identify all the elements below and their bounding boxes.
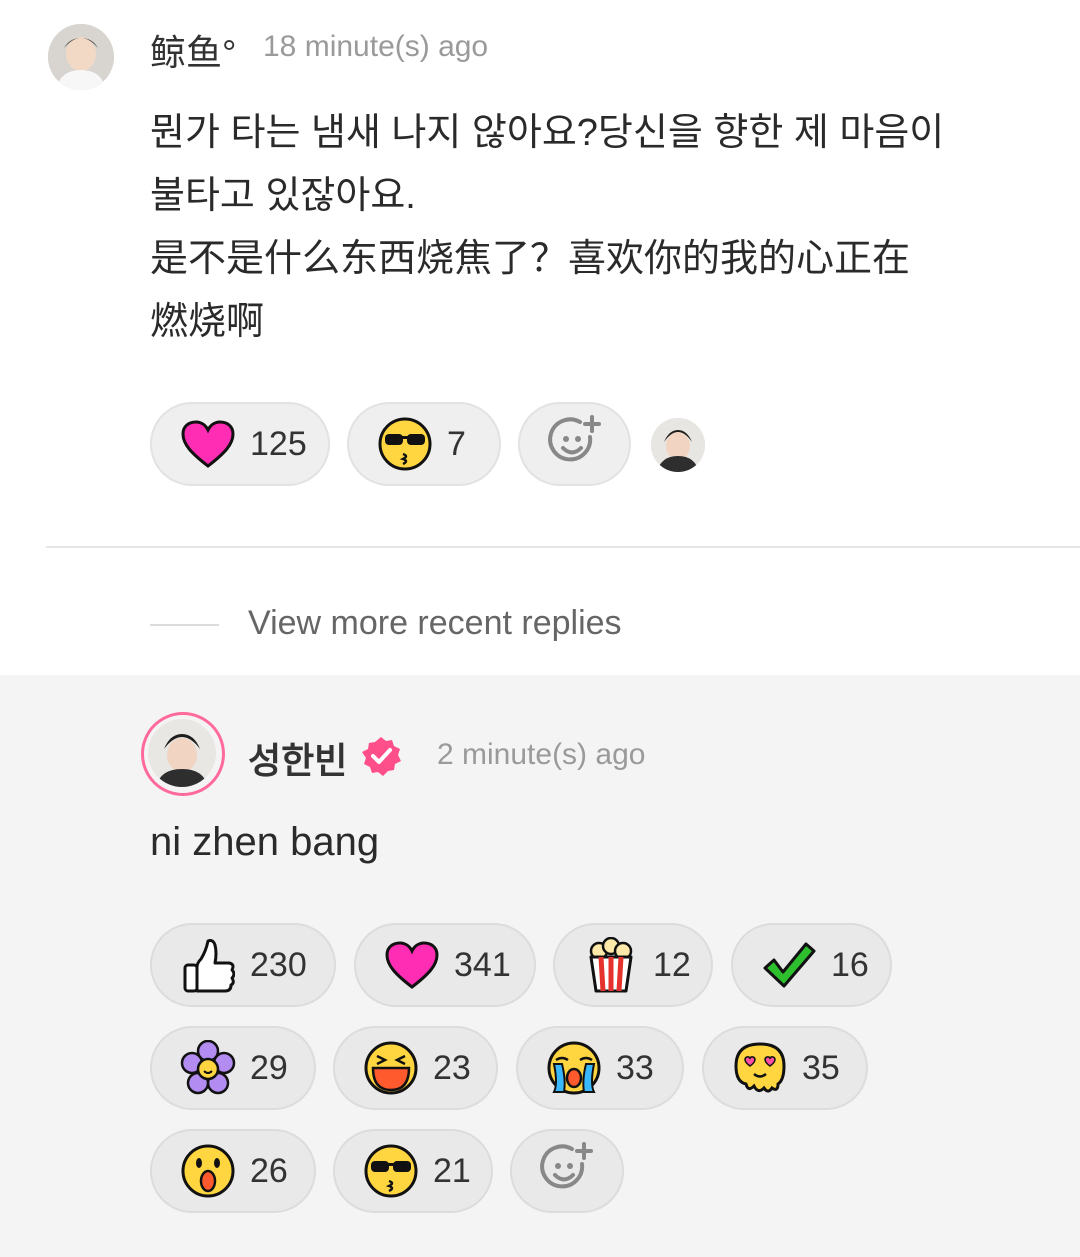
reaction-count: 341 bbox=[454, 945, 511, 984]
reaction-count: 16 bbox=[831, 945, 869, 984]
reactor-avatar[interactable] bbox=[651, 418, 705, 472]
reaction-flower-button[interactable]: 29 bbox=[150, 1026, 316, 1110]
comment-line: 뭔가 타는 냄새 나지 않아요?당신을 향한 제 마음이 bbox=[150, 112, 945, 154]
heart-eyes-melting-icon bbox=[732, 1040, 788, 1096]
comment-line: 불타고 있잖아요. bbox=[150, 175, 416, 217]
reaction-count: 23 bbox=[433, 1048, 471, 1087]
replier-username[interactable]: 성한빈 bbox=[248, 732, 347, 784]
reaction-heart-eyes-button[interactable]: 35 bbox=[702, 1026, 868, 1110]
commenter-username[interactable]: 鲸鱼° bbox=[150, 24, 236, 76]
add-emoji-icon bbox=[546, 413, 604, 476]
popcorn-icon bbox=[583, 937, 639, 993]
commenter-avatar[interactable] bbox=[48, 24, 114, 90]
reaction-popcorn-button[interactable]: 12 bbox=[553, 923, 713, 1007]
reaction-count: 29 bbox=[250, 1048, 288, 1087]
comment-line: 是不是什么东西烧焦了？喜欢你的我的心正在 bbox=[150, 238, 911, 280]
comment-timestamp: 18 minute(s) ago bbox=[263, 30, 489, 63]
reaction-checkmark-button[interactable]: 16 bbox=[731, 923, 892, 1007]
comment-line: 燃烧啊 bbox=[150, 301, 265, 343]
reaction-heart-button[interactable]: 341 bbox=[354, 923, 536, 1007]
reaction-laughing-button[interactable]: 23 bbox=[333, 1026, 498, 1110]
checkmark-icon bbox=[761, 937, 817, 993]
reaction-heart-button[interactable]: 125 bbox=[150, 402, 330, 486]
reaction-thumbs-up-button[interactable]: 230 bbox=[150, 923, 336, 1007]
reaction-surprised-button[interactable]: 26 bbox=[150, 1129, 316, 1213]
reaction-sunglasses-button[interactable]: 7 bbox=[347, 402, 501, 486]
reaction-count: 35 bbox=[802, 1048, 840, 1087]
add-reaction-button[interactable] bbox=[518, 402, 631, 486]
reply-timestamp: 2 minute(s) ago bbox=[437, 738, 646, 771]
heart-icon bbox=[384, 937, 440, 993]
view-more-replies-link[interactable]: View more recent replies bbox=[248, 604, 622, 643]
reaction-count: 26 bbox=[250, 1151, 288, 1190]
laughing-face-icon bbox=[363, 1040, 419, 1096]
view-more-line bbox=[150, 624, 219, 626]
reaction-sunglasses-button[interactable]: 21 bbox=[333, 1129, 493, 1213]
reply-body: ni zhen bang bbox=[150, 820, 380, 864]
thumbs-up-icon bbox=[180, 937, 236, 993]
reaction-count: 230 bbox=[250, 945, 307, 984]
add-reaction-button[interactable] bbox=[510, 1129, 624, 1213]
reaction-count: 21 bbox=[433, 1151, 471, 1190]
heart-icon bbox=[180, 416, 236, 472]
reaction-crying-button[interactable]: 33 bbox=[516, 1026, 684, 1110]
surprised-face-icon bbox=[180, 1143, 236, 1199]
sunglasses-kiss-icon bbox=[377, 416, 433, 472]
replier-avatar[interactable] bbox=[141, 712, 225, 796]
sunglasses-kiss-icon bbox=[363, 1143, 419, 1199]
reaction-count: 125 bbox=[250, 424, 307, 463]
reaction-count: 33 bbox=[616, 1048, 654, 1087]
flower-icon bbox=[180, 1040, 236, 1096]
reaction-count: 12 bbox=[653, 945, 691, 984]
verified-badge-icon bbox=[360, 735, 402, 777]
divider bbox=[46, 546, 1080, 548]
reaction-count: 7 bbox=[447, 424, 466, 463]
crying-face-icon bbox=[546, 1040, 602, 1096]
comment-body: 뭔가 타는 냄새 나지 않아요?당신을 향한 제 마음이 불타고 있잖아요. 是… bbox=[150, 102, 1050, 354]
add-emoji-icon bbox=[538, 1140, 596, 1203]
